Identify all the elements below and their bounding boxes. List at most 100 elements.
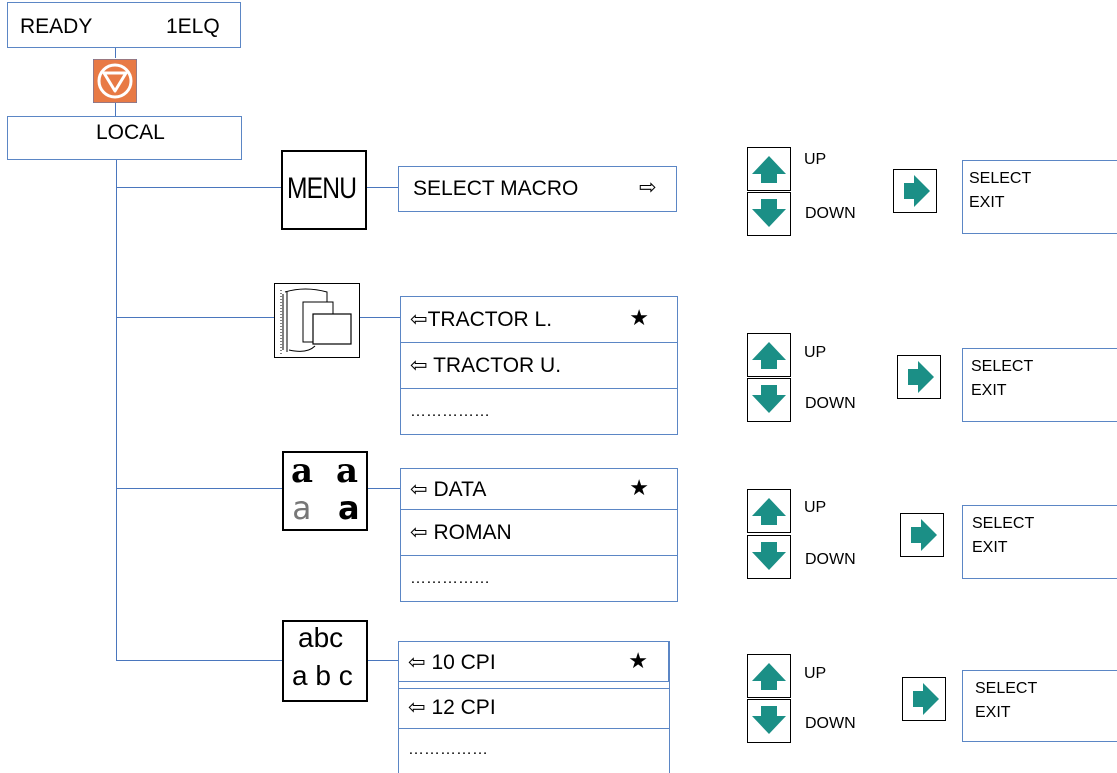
stop-triangle-icon [92,58,138,104]
more-dots: …………… [410,403,490,420]
right-arrow-icon [908,361,934,393]
select-button[interactable] [897,355,941,399]
font-sample-top-right: a [336,451,359,491]
select-exit-panel: SELECT EXIT [962,670,1117,742]
pitch-sample-wide: a b c [292,660,353,691]
left-arrow-icon: ⇦ [410,478,428,501]
down-arrow-icon [752,199,786,227]
connector-status-stop [115,48,116,58]
option-10-cpi[interactable]: ⇦ 10 CPI ★ [399,641,669,682]
option-label: TRACTOR L. [427,308,553,331]
status-code: 1ELQ [166,15,220,38]
down-arrow-icon [752,706,786,734]
font-sample-bottom-left: a [292,489,312,527]
left-arrow-icon: ⇦ [408,696,426,719]
connector-font-options [368,488,400,489]
paper-options-list: ⇦TRACTOR L. ★ ⇦ TRACTOR U. …………… [400,296,678,435]
exit-label[interactable]: EXIT [969,191,1117,215]
option-12-cpi[interactable]: ⇦ 12 CPI [399,688,669,729]
up-button[interactable] [747,654,791,698]
font-select-icon[interactable]: a a a a [282,451,368,531]
up-arrow-icon [752,156,786,183]
option-more[interactable]: …………… [399,729,669,773]
select-exit-panel: SELECT EXIT [962,505,1117,579]
down-button[interactable] [747,378,791,422]
branch-pitch [116,660,282,661]
right-arrow-icon: ⇨ [639,176,657,199]
connector-paper-options [360,317,400,318]
option-more[interactable]: …………… [401,556,677,602]
star-icon: ★ [629,475,649,500]
pitch-sample-condensed: abc [298,622,344,653]
menu-icon[interactable]: MENU [281,150,367,230]
connector-pitch-options [368,660,398,661]
exit-label[interactable]: EXIT [975,701,1117,725]
tree-trunk [116,160,117,661]
down-button[interactable] [747,535,791,579]
branch-menu [116,187,281,188]
down-button[interactable] [747,192,791,236]
star-icon: ★ [628,648,648,673]
down-label: DOWN [805,395,856,412]
up-label: UP [804,665,827,682]
exit-label[interactable]: EXIT [972,536,1117,560]
ready-label: READY [20,15,93,38]
connector-stop-local [115,103,116,116]
select-label[interactable]: SELECT [975,677,1117,701]
up-arrow-icon [752,342,786,369]
up-arrow-icon [752,663,786,690]
left-arrow-icon: ⇦ [410,354,428,377]
stop-button[interactable] [92,58,138,104]
menu-icon-label: MENU [287,172,357,205]
option-tractor-l[interactable]: ⇦TRACTOR L. ★ [401,297,677,343]
right-arrow-icon [904,175,930,207]
connector-menu-macro [367,187,398,188]
local-box: LOCAL [7,116,242,160]
right-arrow-icon [913,683,939,715]
pitch-icon[interactable]: abc a b c [282,620,368,702]
local-label: LOCAL [96,121,165,144]
select-label[interactable]: SELECT [969,167,1117,191]
exit-label[interactable]: EXIT [971,379,1117,403]
option-label: 10 CPI [431,651,496,674]
down-button[interactable] [747,699,791,743]
pitch-options-list: ⇦ 10 CPI ★ ⇦ 12 CPI …………… [398,641,670,773]
down-arrow-icon [752,385,786,413]
select-macro-box[interactable]: SELECT MACRO ⇨ [398,166,677,212]
up-button[interactable] [747,333,791,377]
option-roman[interactable]: ⇦ ROMAN [401,510,677,556]
select-button[interactable] [902,677,946,721]
option-data[interactable]: ⇦ DATA ★ [401,469,677,510]
select-label[interactable]: SELECT [971,355,1117,379]
up-button[interactable] [747,489,791,533]
font-options-list: ⇦ DATA ★ ⇦ ROMAN …………… [400,468,678,602]
select-label[interactable]: SELECT [972,512,1117,536]
more-dots: …………… [408,741,488,758]
paper-stack-icon [280,288,352,354]
up-button[interactable] [747,147,791,191]
left-arrow-icon: ⇦ [410,521,428,544]
paper-feed-icon[interactable] [274,283,360,358]
select-macro-label: SELECT MACRO [413,177,579,200]
select-exit-panel: SELECT EXIT [962,348,1117,422]
option-tractor-u[interactable]: ⇦ TRACTOR U. [401,343,677,389]
up-label: UP [804,344,827,361]
down-label: DOWN [805,551,856,568]
option-label: ROMAN [433,521,512,544]
option-more[interactable]: …………… [401,389,677,435]
branch-font [116,488,282,489]
status-box: READY 1ELQ [7,2,241,48]
option-label: TRACTOR U. [433,354,562,377]
font-sample-bottom-right: a [338,489,360,527]
up-label: UP [804,499,827,516]
left-arrow-icon: ⇦ [408,651,426,674]
left-arrow-icon: ⇦ [410,308,428,331]
select-button[interactable] [900,513,944,557]
option-label: 12 CPI [431,696,496,719]
right-arrow-icon [911,519,937,551]
select-button[interactable] [893,169,937,213]
select-exit-panel: SELECT EXIT [962,160,1117,234]
down-label: DOWN [805,715,856,732]
option-label: DATA [433,478,487,501]
down-label: DOWN [805,205,856,222]
